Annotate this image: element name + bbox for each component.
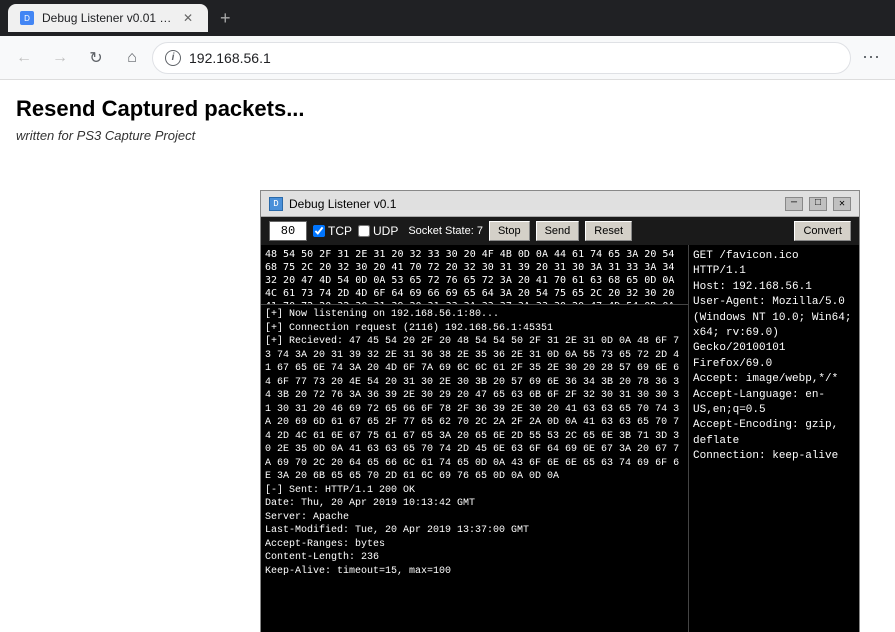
forward-button[interactable]: → — [44, 42, 76, 74]
socket-state: Socket State: 7 — [408, 225, 483, 237]
refresh-button[interactable]: ↻ — [80, 42, 112, 74]
home-button[interactable]: ⌂ — [116, 42, 148, 74]
tab-close-button[interactable]: ✕ — [180, 10, 196, 26]
send-button[interactable]: Send — [536, 221, 580, 241]
tab-favicon: D — [20, 11, 34, 25]
url-text: 192.168.56.1 — [189, 50, 271, 66]
right-panel-line: US,en;q=0.5 — [693, 403, 855, 418]
security-info-icon[interactable]: i — [165, 50, 181, 66]
debug-window: D Debug Listener v0.1 ─ □ ✕ TCP UDP Sock… — [260, 190, 860, 632]
page-title: Resend Captured packets... — [16, 96, 879, 122]
right-panel-line: Connection: keep-alive — [693, 449, 855, 464]
right-panel-line: User-Agent: Mozilla/5.0 — [693, 295, 855, 310]
hex-data-text: 48 54 50 2F 31 2E 31 20 32 33 30 20 4F 4… — [265, 248, 684, 305]
debug-window-title: Debug Listener v0.1 — [289, 197, 779, 211]
tcp-checkbox-label[interactable]: TCP — [313, 224, 352, 238]
port-input[interactable] — [269, 221, 307, 241]
right-panel-line: Accept-Language: en- — [693, 388, 855, 403]
minimize-button[interactable]: ─ — [785, 197, 803, 211]
tcp-checkbox[interactable] — [313, 225, 325, 237]
address-bar[interactable]: i 192.168.56.1 — [152, 42, 851, 74]
maximize-button[interactable]: □ — [809, 197, 827, 211]
browser-toolbar: ← → ↻ ⌂ i 192.168.56.1 ⋯ — [0, 36, 895, 80]
log-line: [+] Recieved: 47 45 54 20 2F 20 48 54 54… — [265, 335, 684, 484]
debug-titlebar: D Debug Listener v0.1 ─ □ ✕ — [261, 191, 859, 217]
log-line: Date: Thu, 20 Apr 2019 10:13:42 GMT — [265, 497, 684, 511]
right-panel-line: x64; rv:69.0) — [693, 326, 855, 341]
log-line: Content-Length: 236 — [265, 551, 684, 565]
browser-tab[interactable]: D Debug Listener v0.01 by VTSTe... ✕ — [8, 4, 208, 32]
right-panel-line: GET /favicon.ico HTTP/1.1 — [693, 249, 855, 280]
right-panel-line: Gecko/20100101 — [693, 341, 855, 356]
close-button[interactable]: ✕ — [833, 197, 851, 211]
tab-title: Debug Listener v0.01 by VTSTe... — [42, 11, 172, 25]
right-panel: GET /favicon.ico HTTP/1.1Host: 192.168.5… — [689, 245, 859, 632]
stop-button[interactable]: Stop — [489, 221, 530, 241]
log-line: Last-Modified: Tue, 20 Apr 2019 13:37:00… — [265, 524, 684, 538]
right-panel-line: (Windows NT 10.0; Win64; — [693, 311, 855, 326]
debug-left-panel: 48 54 50 2F 31 2E 31 20 32 33 30 20 4F 4… — [261, 245, 689, 632]
log-line: Keep-Alive: timeout=15, max=100 — [265, 565, 684, 579]
hex-data-area: 48 54 50 2F 31 2E 31 20 32 33 30 20 4F 4… — [261, 245, 688, 305]
browser-titlebar: D Debug Listener v0.01 by VTSTe... ✕ + — [0, 0, 895, 36]
back-button[interactable]: ← — [8, 42, 40, 74]
log-line: Accept-Ranges: bytes — [265, 538, 684, 552]
right-panel-line: Accept-Encoding: gzip, — [693, 418, 855, 433]
right-panel-line: deflate — [693, 434, 855, 449]
browser-menu-button[interactable]: ⋯ — [855, 42, 887, 74]
page-content: Resend Captured packets... written for P… — [0, 80, 895, 632]
log-line: Server: Apache — [265, 511, 684, 525]
debug-toolbar: TCP UDP Socket State: 7 Stop Send Reset … — [261, 217, 859, 245]
reset-button[interactable]: Reset — [585, 221, 632, 241]
log-line: [+] Now listening on 192.168.56.1:80... — [265, 308, 684, 322]
debug-body: 48 54 50 2F 31 2E 31 20 32 33 30 20 4F 4… — [261, 245, 859, 632]
page-subtitle: written for PS3 Capture Project — [16, 128, 879, 143]
right-panel-line: Host: 192.168.56.1 — [693, 280, 855, 295]
udp-checkbox[interactable] — [358, 225, 370, 237]
right-panel-line: Firefox/69.0 — [693, 357, 855, 372]
log-area[interactable]: [+] Now listening on 192.168.56.1:80...[… — [261, 305, 688, 632]
convert-button[interactable]: Convert — [794, 221, 851, 241]
right-panel-line: Accept: image/webp,*/* — [693, 372, 855, 387]
udp-checkbox-label[interactable]: UDP — [358, 224, 398, 238]
log-line: [+] Connection request (2116) 192.168.56… — [265, 322, 684, 336]
debug-window-icon: D — [269, 197, 283, 211]
new-tab-button[interactable]: + — [212, 4, 239, 33]
log-line: [-] Sent: HTTP/1.1 200 OK — [265, 484, 684, 498]
